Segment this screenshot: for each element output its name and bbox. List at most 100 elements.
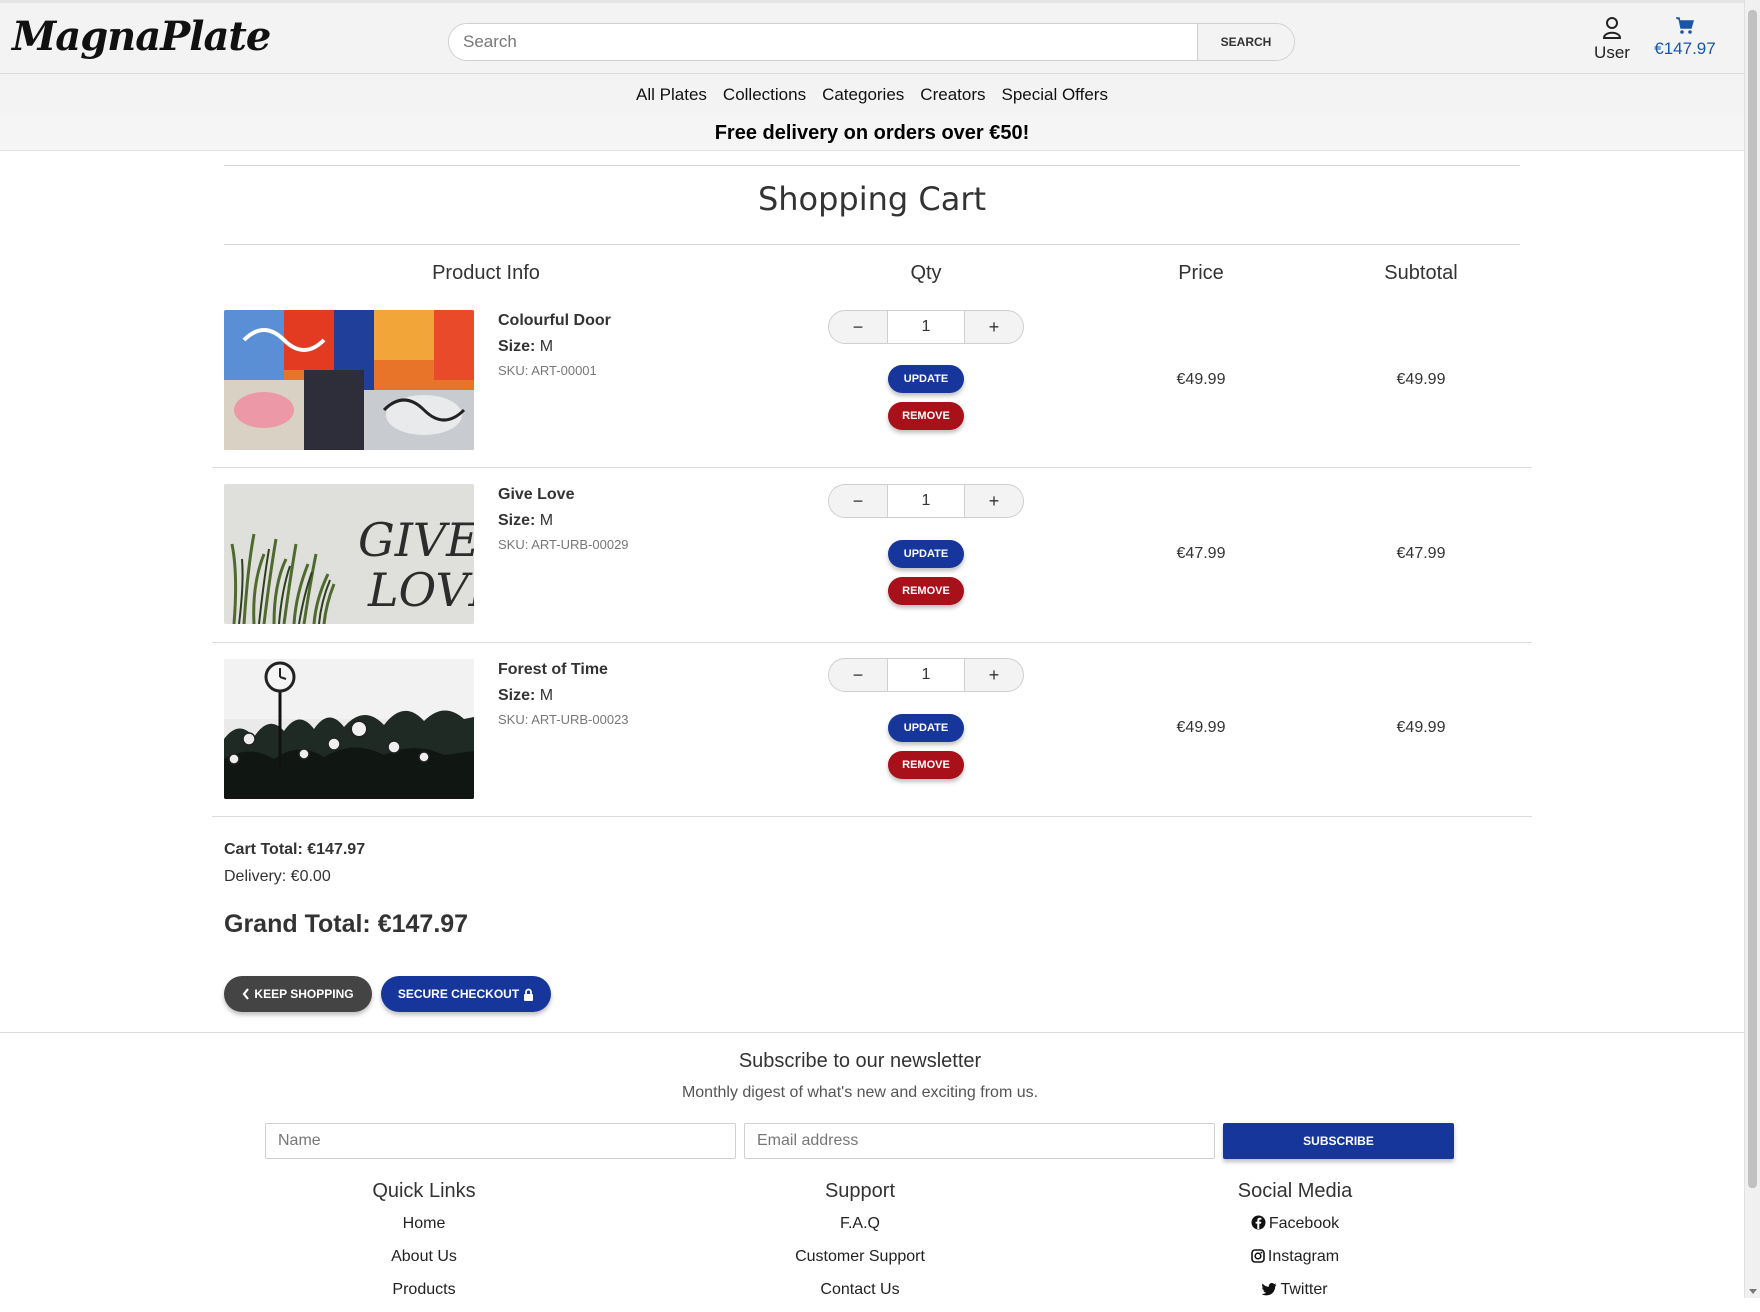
quantity-stepper: − + (828, 484, 1024, 518)
footer-quick-links: Quick Links Home About Us Products (274, 1180, 574, 1312)
item-price: €49.99 (1176, 719, 1226, 736)
product-name[interactable]: Forest of Time (498, 661, 608, 679)
product-sku: SKU: ART-URB-00023 (498, 712, 629, 727)
scroll-down-arrow-icon[interactable] (1749, 1289, 1757, 1294)
remove-button[interactable]: REMOVE (888, 402, 964, 430)
footer-link-customer-support[interactable]: Customer Support (710, 1246, 1010, 1279)
search-button[interactable]: SEARCH (1197, 24, 1294, 60)
shopping-cart-icon (1676, 17, 1694, 34)
search-input[interactable] (449, 24, 1199, 60)
update-button[interactable]: UPDATE (888, 714, 964, 742)
newsletter-title: Subscribe to our newsletter (738, 1050, 982, 1072)
update-button[interactable]: UPDATE (888, 365, 964, 393)
item-subtotal: €49.99 (1396, 719, 1446, 736)
remove-button[interactable]: REMOVE (888, 751, 964, 779)
size-value: M (539, 687, 554, 704)
nav-item-creators[interactable]: Creators (920, 85, 985, 105)
quantity-input[interactable] (887, 311, 965, 343)
divider (224, 165, 1520, 166)
footer-link-home[interactable]: Home (274, 1213, 574, 1246)
page-scrollbar[interactable] (1744, 0, 1760, 1298)
main-nav: All Plates Collections Categories Creato… (0, 74, 1744, 116)
update-button[interactable]: UPDATE (888, 540, 964, 568)
item-subtotal: €49.99 (1396, 371, 1446, 388)
footer-link-about[interactable]: About Us (274, 1246, 574, 1279)
page-title: Shopping Cart (757, 180, 987, 218)
subscribe-button[interactable]: SUBSCRIBE (1223, 1123, 1454, 1159)
column-header-product: Product Info (432, 262, 540, 284)
facebook-icon (1251, 1215, 1266, 1230)
product-name[interactable]: Give Love (498, 486, 574, 504)
footer-link-twitter[interactable]: Twitter (1145, 1279, 1445, 1312)
footer-heading: Quick Links (372, 1180, 476, 1202)
item-price: €49.99 (1176, 371, 1226, 388)
row-divider (212, 642, 1532, 643)
size-label: Size: (498, 512, 536, 529)
decrease-qty-button[interactable]: − (829, 311, 887, 343)
keep-shopping-button[interactable]: KEEP SHOPPING (224, 976, 372, 1012)
nav-item-special-offers[interactable]: Special Offers (1001, 85, 1107, 105)
newsletter-name-input[interactable] (265, 1123, 736, 1159)
increase-qty-button[interactable]: + (965, 311, 1023, 343)
twitter-icon (1261, 1283, 1277, 1296)
checkout-label: SECURE CHECKOUT (397, 987, 520, 1001)
size-value: M (539, 512, 554, 529)
nav-item-collections[interactable]: Collections (723, 85, 806, 105)
site-header: MagnaPlate SEARCH User €147.97 (0, 0, 1744, 74)
keep-shopping-label: KEEP SHOPPING (254, 987, 354, 1001)
user-account-link[interactable]: User (1590, 17, 1634, 63)
decrease-qty-button[interactable]: − (829, 485, 887, 517)
product-image-give-love[interactable]: GIVE LOVE (224, 484, 474, 624)
footer-link-facebook[interactable]: Facebook (1145, 1213, 1445, 1246)
increase-qty-button[interactable]: + (965, 485, 1023, 517)
quantity-input[interactable] (887, 485, 965, 517)
scrollbar-thumb[interactable] (1748, 10, 1757, 1188)
footer-link-instagram[interactable]: Instagram (1145, 1246, 1445, 1279)
product-size: Size: M (498, 338, 553, 356)
row-divider (212, 816, 1532, 817)
decrease-qty-button[interactable]: − (829, 659, 887, 691)
footer-link-contact[interactable]: Contact Us (710, 1279, 1010, 1312)
row-divider (212, 467, 1532, 468)
instagram-icon (1251, 1249, 1265, 1263)
svg-text:GIVE: GIVE (358, 513, 474, 567)
newsletter-email-input[interactable] (744, 1123, 1215, 1159)
secure-checkout-button[interactable]: SECURE CHECKOUT (381, 976, 551, 1012)
cart-link[interactable]: €147.97 (1650, 17, 1720, 59)
increase-qty-button[interactable]: + (965, 659, 1023, 691)
product-image-colourful-door[interactable] (224, 310, 474, 450)
column-header-price: Price (1178, 262, 1224, 284)
product-image-forest-of-time[interactable] (224, 659, 474, 799)
cart-total-badge: €147.97 (1654, 39, 1716, 58)
footer-link-products[interactable]: Products (274, 1279, 574, 1312)
site-logo[interactable]: MagnaPlate (12, 13, 271, 60)
item-price: €47.99 (1176, 545, 1226, 562)
footer-social: Social Media Facebook Instagram Twitter (1145, 1180, 1445, 1312)
column-header-subtotal: Subtotal (1384, 262, 1458, 284)
cart-total: Cart Total: €147.97 (224, 841, 366, 858)
user-label: User (1594, 43, 1630, 62)
instagram-label: Instagram (1267, 1248, 1340, 1265)
size-label: Size: (498, 687, 536, 704)
divider (224, 244, 1520, 245)
footer-link-faq[interactable]: F.A.Q (710, 1213, 1010, 1246)
chevron-left-icon (243, 988, 250, 1000)
delivery-cost: Delivery: €0.00 (224, 868, 331, 885)
footer-heading: Social Media (1237, 1180, 1353, 1202)
footer-divider (0, 1032, 1744, 1033)
size-value: M (539, 338, 554, 355)
product-size: Size: M (498, 512, 553, 530)
product-sku: SKU: ART-00001 (498, 363, 597, 378)
remove-button[interactable]: REMOVE (888, 577, 964, 605)
quantity-input[interactable] (887, 659, 965, 691)
twitter-label: Twitter (1280, 1281, 1328, 1298)
item-subtotal: €47.99 (1396, 545, 1446, 562)
column-header-qty: Qty (910, 262, 942, 284)
footer-heading: Support (824, 1180, 896, 1202)
svg-text:LOVE: LOVE (367, 563, 474, 617)
product-name[interactable]: Colourful Door (498, 312, 611, 330)
search-bar: SEARCH (448, 23, 1295, 61)
nav-item-all-plates[interactable]: All Plates (636, 85, 707, 105)
nav-item-categories[interactable]: Categories (822, 85, 904, 105)
product-size: Size: M (498, 687, 553, 705)
